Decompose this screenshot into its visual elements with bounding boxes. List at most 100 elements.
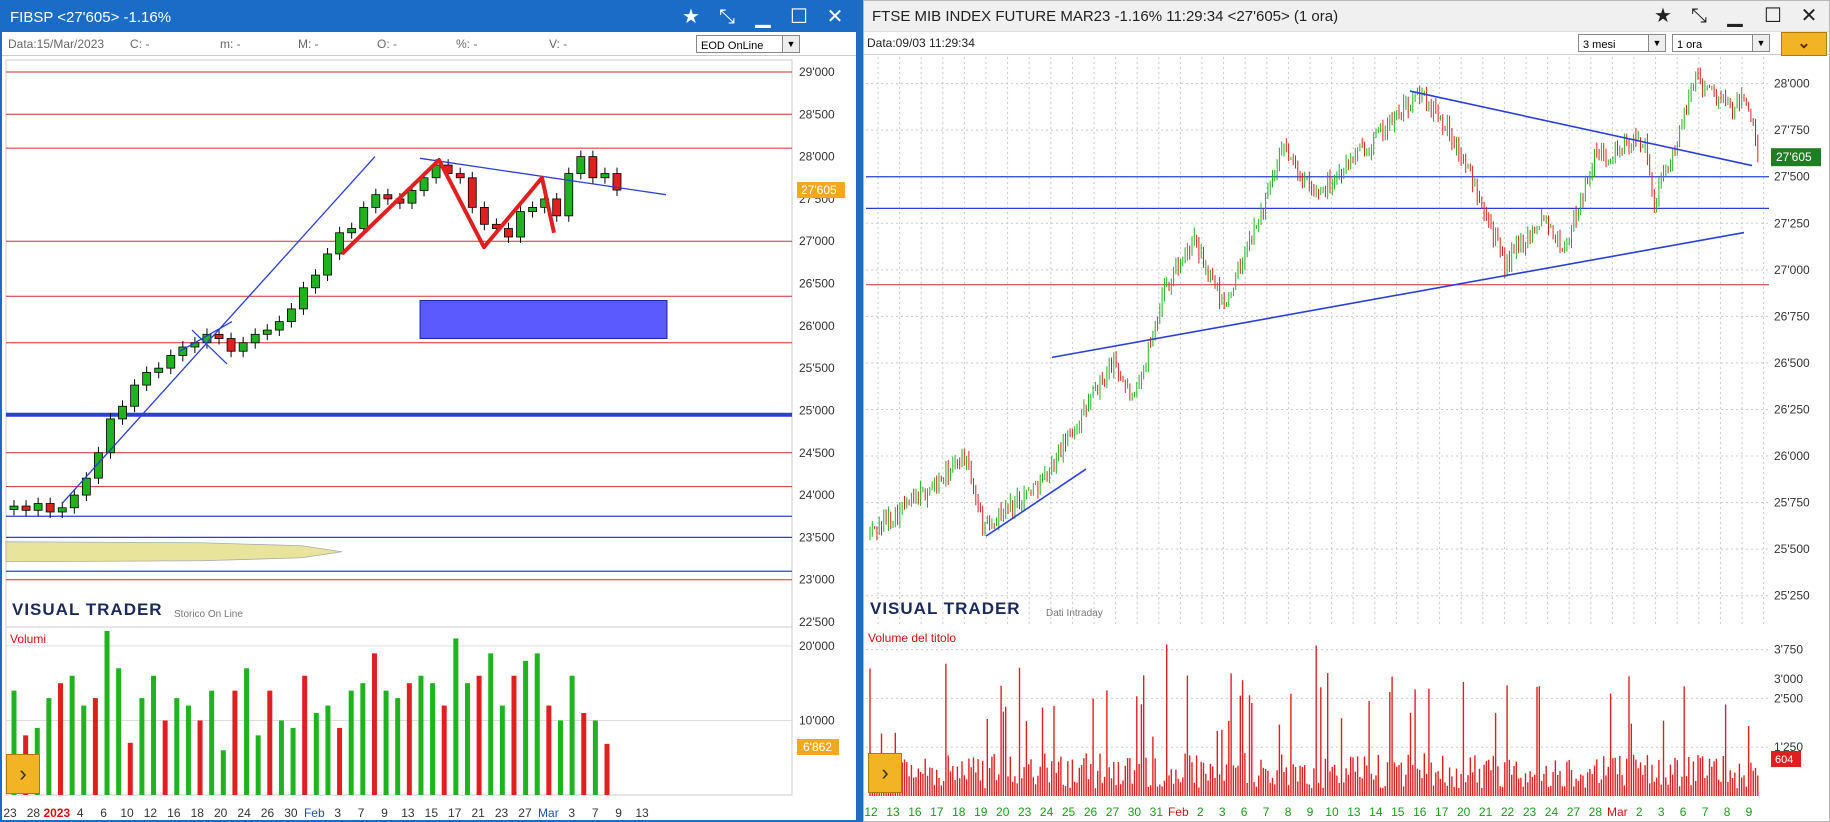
date-axis-label: 19 [974, 805, 988, 819]
date-axis-label: 21 [1479, 805, 1493, 819]
price-axis-label: 22'500 [799, 615, 835, 629]
price-axis-label: 28'000 [1774, 77, 1810, 91]
price-axis-label: 28'000 [799, 150, 835, 164]
date-axis-label: 3 [1219, 805, 1226, 819]
volume-bar [302, 675, 308, 795]
volume-bar [290, 727, 296, 795]
date-axis-label: 27 [518, 806, 532, 820]
date-axis-label: 10 [120, 806, 134, 820]
date-axis-label: Mar [538, 806, 559, 820]
candle-body [323, 253, 332, 276]
date-axis-label: 2023 [43, 806, 70, 820]
right-price-volume-chart[interactable]: 28'000 27'750 27'500 27'250 27'000 26'750 26'5… [864, 54, 1829, 821]
close-icon[interactable]: ✕ [822, 5, 848, 29]
volume-bar [232, 690, 238, 795]
candle-body [130, 384, 140, 407]
date-axis-label: 8 [1724, 805, 1731, 819]
volume-bar [569, 675, 575, 795]
left-price-volume-chart[interactable]: 29'00028'50028'00027'50027'00026'50026'0… [2, 55, 856, 822]
date-axis-label: 24 [237, 806, 251, 820]
brand-logo: VISUAL TRADER [12, 600, 163, 619]
date-axis-label: 12 [864, 805, 878, 819]
interval-select[interactable]: 1 ora ▼ [1672, 34, 1770, 52]
volume-bar [453, 638, 459, 795]
price-axis-label: 24'500 [799, 446, 835, 460]
date-axis-label: 7 [358, 806, 365, 820]
date-axis-label: 9 [381, 806, 388, 820]
volume-axis-label: 3'000 [1774, 672, 1803, 686]
candle-body [504, 228, 513, 238]
candle-body [359, 206, 369, 229]
maximize-icon[interactable]: ☐ [1760, 4, 1786, 28]
date-axis-label: 17 [1435, 805, 1449, 819]
date-axis-label: 14 [1369, 805, 1383, 819]
volume-bar [337, 727, 343, 795]
price-axis-label: 26'000 [1774, 449, 1810, 463]
brand-logo: VISUAL TRADER [870, 599, 1021, 618]
candle-body [154, 367, 164, 373]
price-axis-label: 27'250 [1774, 216, 1810, 230]
minimize-icon[interactable]: ▁ [750, 5, 776, 29]
volume-bar [383, 690, 389, 795]
date-axis-label: 2 [1636, 805, 1643, 819]
volume-bar [220, 750, 226, 795]
candle-body [371, 194, 381, 208]
date-axis-label: 16 [908, 805, 922, 819]
volume-bar [488, 653, 494, 795]
period-select[interactable]: 3 mesi ▼ [1578, 34, 1666, 52]
price-axis-label: 27'000 [799, 234, 835, 248]
price-axis-label: 26'500 [799, 277, 835, 291]
volume-bar [185, 705, 191, 795]
play-arrow-icon[interactable]: › [6, 754, 40, 794]
volume-bar [46, 698, 52, 795]
star-icon[interactable]: ★ [1650, 4, 1676, 28]
candle-body [455, 173, 465, 179]
date-axis-label: 13 [1347, 805, 1361, 819]
date-axis-label: 7 [1702, 805, 1709, 819]
candle-body [250, 333, 260, 344]
candle-body [238, 342, 248, 352]
data-source-value: EOD OnLine [701, 40, 764, 52]
period-value: 3 mesi [1583, 39, 1616, 51]
date-axis-label: 15 [1391, 805, 1405, 819]
play-arrow-icon[interactable]: › [868, 753, 902, 793]
date-axis-label: 7 [1263, 805, 1270, 819]
left-window-title: FIBSP <27'605> -1.16% [10, 9, 172, 26]
data-source-select[interactable]: EOD OnLine ▼ [696, 35, 800, 53]
volume-bar [592, 720, 598, 795]
date-axis-label: 31 [1150, 805, 1164, 819]
left-titlebar[interactable]: FIBSP <27'605> -1.16% ★ ⤡ ▁ ☐ ✕ [2, 2, 856, 32]
close-icon[interactable]: ✕ [1796, 4, 1822, 28]
draw-tool-icon[interactable]: ⤡ [714, 5, 740, 29]
date-axis-label: 23 [495, 806, 509, 820]
volume-bar [104, 631, 110, 795]
price-axis-label: 25'750 [1774, 496, 1810, 510]
price-axis-label: 29'000 [799, 65, 835, 79]
date-axis-label: 28 [27, 806, 41, 820]
date-axis-label: 9 [615, 806, 622, 820]
minimize-icon[interactable]: ▁ [1722, 4, 1748, 28]
candle-body [262, 329, 272, 335]
date-axis-label: 20 [1457, 805, 1471, 819]
date-axis-label: 2 [1197, 805, 1204, 819]
maximize-icon[interactable]: ☐ [786, 5, 812, 29]
candle-body [118, 405, 127, 420]
price-axis-label: 25'500 [799, 361, 835, 375]
volume-bar [278, 720, 284, 795]
volume-bar [360, 683, 366, 795]
volume-bar [244, 668, 250, 795]
candle-body [81, 477, 91, 496]
date-axis-label: 10 [1325, 805, 1339, 819]
candle-body [166, 355, 176, 369]
volume-bar [557, 720, 563, 795]
chevron-down-icon[interactable]: ⌄ [1781, 32, 1827, 56]
right-titlebar[interactable]: FTSE MIB INDEX FUTURE MAR23 -1.16% 11:29… [864, 1, 1829, 32]
star-icon[interactable]: ★ [678, 5, 704, 29]
price-axis-label: 25'250 [1774, 589, 1810, 603]
price-axis-label: 26'750 [1774, 309, 1810, 323]
volume-bar [430, 683, 436, 795]
last-volume-value: 604 [1775, 754, 1793, 766]
volume-bar [197, 720, 203, 795]
date-axis-label: 6 [1680, 805, 1687, 819]
draw-tool-icon[interactable]: ⤡ [1686, 4, 1712, 28]
